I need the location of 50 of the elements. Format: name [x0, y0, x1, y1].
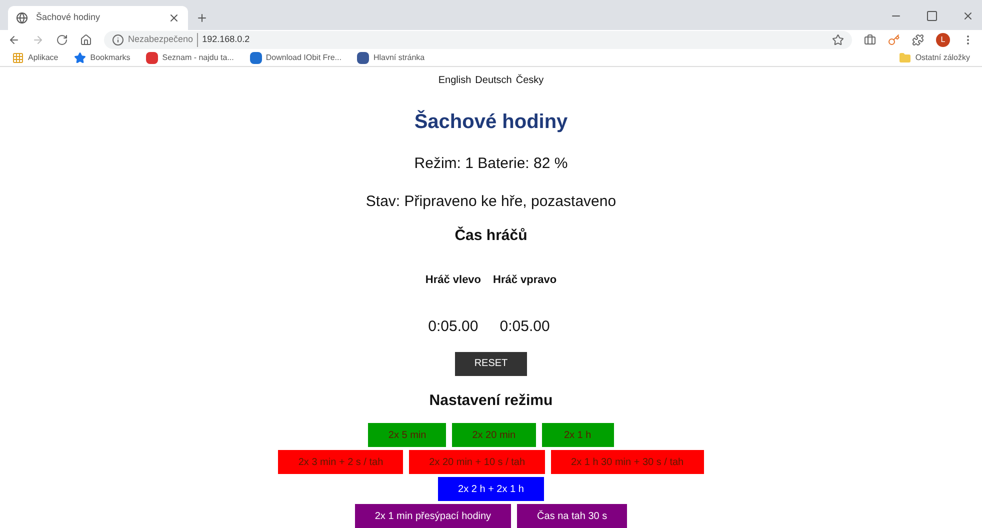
player-name: Hráč vlevo — [425, 272, 482, 288]
mode-button[interactable]: 2x 20 min — [452, 423, 536, 447]
reset-button[interactable]: RESET — [455, 352, 527, 376]
security-label: Nezabezpečeno — [128, 33, 194, 46]
player-time: 0:05.00 — [428, 317, 478, 337]
info-icon — [112, 34, 124, 46]
bookmark-link[interactable]: Hlavní stránka — [373, 52, 425, 64]
address-bar[interactable]: Nezabezpečeno 192.168.0.2 — [104, 30, 852, 49]
status-text: Stav: Připraveno ke hře, pozastaveno — [366, 192, 616, 212]
home-icon[interactable] — [80, 34, 92, 46]
mode-button[interactable]: Čas na tah 30 s — [517, 504, 628, 528]
close-icon[interactable] — [168, 12, 180, 24]
url-text: 192.168.0.2 — [197, 33, 250, 47]
bookmark-link[interactable]: Ostatní záložky — [915, 52, 970, 64]
profile-avatar[interactable]: L — [936, 32, 950, 47]
language-link[interactable]: English — [438, 73, 472, 88]
settings-heading: Nastavení režimu — [429, 390, 553, 410]
page-title: Šachové hodiny — [414, 109, 568, 135]
players-heading: Čas hráčů — [454, 226, 528, 246]
back-icon[interactable] — [8, 34, 20, 46]
new-tab-icon[interactable] — [196, 12, 208, 24]
mode-button[interactable]: 2x 5 min — [368, 423, 446, 447]
browser-tab[interactable]: Šachové hodiny — [8, 6, 188, 30]
player-name: Hráč vpravo — [493, 272, 557, 288]
apps-icon — [12, 52, 24, 64]
briefcase-icon[interactable] — [864, 34, 876, 46]
reload-icon[interactable] — [56, 34, 68, 46]
mode-button[interactable]: 2x 1 h — [542, 423, 614, 447]
mode-battery-text: Režim: 1 Baterie: 82 % — [414, 154, 568, 174]
language-link[interactable]: Česky — [516, 73, 544, 88]
square-logo-icon — [357, 52, 370, 64]
bookmark-link[interactable]: Bookmarks — [90, 52, 130, 64]
bookmark-link[interactable]: Download IObit Fre... — [266, 52, 342, 64]
s-logo-icon — [146, 52, 158, 64]
star-icon — [74, 52, 86, 64]
folder-icon — [899, 52, 912, 64]
player-time: 0:05.00 — [500, 317, 550, 337]
globe-icon — [16, 12, 28, 24]
key-icon[interactable] — [888, 34, 900, 46]
mode-button[interactable]: 2x 1 min přesýpací hodiny — [354, 504, 512, 528]
square-logo-icon — [250, 52, 262, 64]
close-icon[interactable] — [962, 10, 974, 22]
mode-button[interactable]: 2x 2 h + 2x 1 h — [438, 477, 544, 501]
bookmark-link[interactable]: Seznam - najdu ta... — [162, 52, 234, 64]
puzzle-icon[interactable] — [912, 34, 924, 46]
language-link[interactable]: Deutsch — [475, 73, 512, 88]
maximize-icon[interactable] — [926, 10, 938, 22]
tab-title: Šachové hodiny — [36, 11, 102, 24]
bookmark-link[interactable]: Aplikace — [28, 52, 58, 64]
bookmark-star-icon[interactable] — [832, 34, 844, 46]
